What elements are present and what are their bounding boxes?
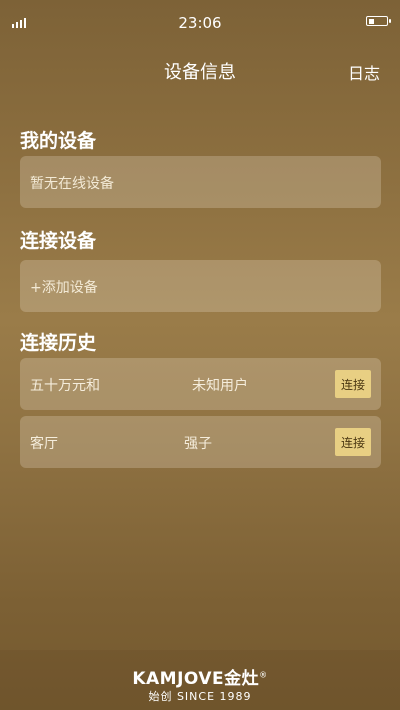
brand-logo: KAMJOVE金灶® (0, 664, 400, 689)
history-user-name: 强子 (184, 436, 212, 452)
my-devices-title: 我的设备 (20, 130, 97, 152)
brand-name: KAMJOVE金灶 (132, 669, 260, 689)
history-device-name: 客厅 (30, 436, 58, 452)
connect-button[interactable]: 连接 (335, 428, 371, 456)
history-row: 五十万元和 未知用户 连接 (20, 358, 381, 410)
status-time: 23:06 (178, 14, 222, 32)
add-device-label: +添加设备 (30, 280, 98, 296)
history-user-name: 未知用户 (192, 378, 248, 394)
footer: KAMJOVE金灶® 始创 SINCE 1989 (0, 650, 400, 710)
log-button[interactable]: 日志 (348, 60, 380, 84)
history-device-name: 五十万元和 (30, 378, 100, 394)
connect-button[interactable]: 连接 (335, 370, 371, 398)
registered-mark: ® (259, 670, 268, 680)
add-device-button[interactable]: +添加设备 (20, 260, 381, 312)
my-devices-card: 暂无在线设备 (20, 156, 381, 208)
nav-bar: 设备信息 日志 (0, 52, 400, 88)
page-title: 设备信息 (164, 62, 236, 83)
brand-tagline: 始创 SINCE 1989 (148, 690, 252, 703)
status-bar: 23:06 (0, 0, 400, 44)
connection-history-title: 连接历史 (20, 332, 97, 354)
history-row: 客厅 强子 连接 (20, 416, 381, 468)
no-online-devices-text: 暂无在线设备 (30, 176, 114, 192)
connect-device-title: 连接设备 (20, 230, 97, 252)
battery-icon (366, 16, 391, 26)
